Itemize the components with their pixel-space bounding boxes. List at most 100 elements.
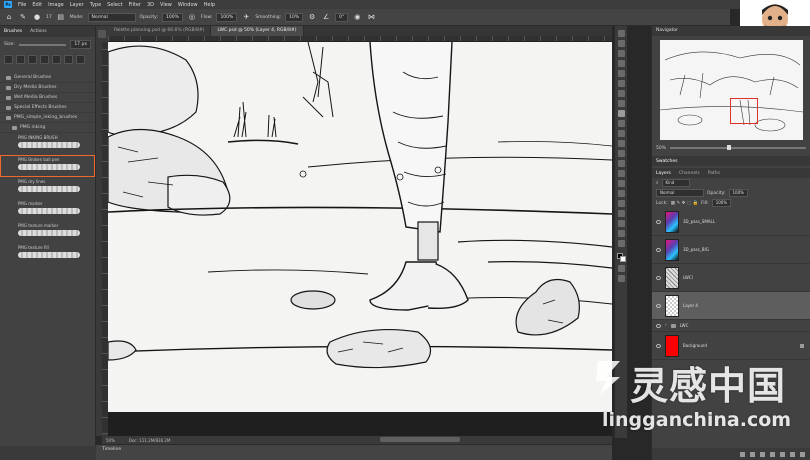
trash-icon[interactable] <box>800 451 805 457</box>
brush-settings-icon[interactable]: ▤ <box>56 12 66 22</box>
tab-channels[interactable]: Channels <box>679 171 700 176</box>
airbrush-icon[interactable]: ✈ <box>241 12 251 22</box>
eraser-tool-icon[interactable] <box>617 140 625 147</box>
brush-folder[interactable]: Special Effects Brushes <box>0 103 95 113</box>
menu-file[interactable]: File <box>18 2 26 8</box>
hand-tool-icon[interactable] <box>617 220 625 227</box>
history-brush-tool-icon[interactable] <box>617 130 625 137</box>
layer-opacity-field[interactable]: 100% <box>728 189 748 197</box>
lasso-tool-icon[interactable] <box>617 50 625 57</box>
layer-kind-select[interactable]: Kind <box>661 179 690 187</box>
recent-brush[interactable] <box>28 55 37 64</box>
link-layers-icon[interactable] <box>740 451 745 457</box>
navigator-preview[interactable] <box>660 40 803 140</box>
stamp-tool-icon[interactable] <box>617 120 625 127</box>
home-icon[interactable]: ⌂ <box>4 12 14 22</box>
pressure-opacity-icon[interactable]: ◎ <box>187 12 197 22</box>
new-group-icon[interactable] <box>780 451 785 457</box>
brush-item[interactable]: PMG marker <box>0 199 95 221</box>
tab-swatches[interactable]: Swatches <box>656 159 678 164</box>
brush-tool-icon[interactable] <box>617 110 625 117</box>
chevron-right-icon[interactable]: › <box>665 323 667 328</box>
add-mask-icon[interactable] <box>760 451 765 457</box>
path-select-tool-icon[interactable] <box>617 200 625 207</box>
recent-brush[interactable] <box>64 55 73 64</box>
adjustment-layer-icon[interactable] <box>770 451 775 457</box>
navigator-zoom-value[interactable]: 50% <box>656 146 666 151</box>
pen-tool-icon[interactable] <box>617 180 625 187</box>
eyedropper-tool-icon[interactable] <box>617 90 625 97</box>
mode-select[interactable]: Normal <box>87 12 136 22</box>
zoom-readout[interactable]: 50% <box>106 438 115 443</box>
symmetry-icon[interactable]: ⋈ <box>366 12 376 22</box>
recent-brush[interactable] <box>4 55 13 64</box>
brush-size-slider[interactable] <box>18 43 67 46</box>
menu-layer[interactable]: Layer <box>70 2 84 8</box>
type-tool-icon[interactable] <box>617 190 625 197</box>
frame-tool-icon[interactable] <box>617 80 625 87</box>
angle-icon[interactable]: ∠ <box>321 12 331 22</box>
visibility-eye-icon[interactable] <box>656 247 661 252</box>
blur-tool-icon[interactable] <box>617 160 625 167</box>
layer-style-icon[interactable] <box>750 451 755 457</box>
menu-select[interactable]: Select <box>107 2 122 8</box>
more-tools-icon[interactable] <box>617 240 625 247</box>
smoothing-settings-icon[interactable]: ⚙ <box>307 12 317 22</box>
visibility-eye-icon[interactable] <box>656 323 661 328</box>
navigator-zoom-thumb[interactable] <box>727 145 732 150</box>
recent-brush[interactable] <box>16 55 25 64</box>
gradient-tool-icon[interactable] <box>617 150 625 157</box>
background-color[interactable] <box>619 256 626 262</box>
visibility-eye-icon[interactable] <box>656 219 661 224</box>
layer-row[interactable]: 3D_pass_SMALL <box>652 208 810 236</box>
angle-field[interactable]: 0° <box>335 12 349 22</box>
menu-image[interactable]: Image <box>48 2 64 8</box>
blend-mode-select[interactable]: Normal <box>656 189 704 197</box>
tab-brushes[interactable]: Brushes <box>4 29 22 34</box>
brush-item[interactable]: PMG texture marker <box>0 221 95 243</box>
zoom-tool-icon[interactable] <box>617 230 625 237</box>
new-layer-icon[interactable] <box>790 451 795 457</box>
quick-select-tool-icon[interactable] <box>617 60 625 67</box>
brush-subfolder[interactable]: PMG inking <box>0 123 95 133</box>
tab-actions[interactable]: Actions <box>30 29 46 34</box>
horizontal-scrollbar[interactable] <box>380 437 460 442</box>
brush-folder[interactable]: Dry Media Brushes <box>0 83 95 93</box>
menu-type[interactable]: Type <box>90 2 101 8</box>
timeline-tab[interactable]: Timeline <box>102 447 121 452</box>
brush-size-field[interactable]: 17 px <box>70 40 91 49</box>
tab-paths[interactable]: Paths <box>708 171 720 176</box>
menu-3d[interactable]: 3D <box>147 2 154 8</box>
brush-item[interactable]: PMG INKING BRUSH <box>0 133 95 155</box>
opacity-field[interactable]: 100% <box>162 12 183 22</box>
navigator-zoom-slider[interactable] <box>670 145 806 150</box>
brush-preset-picker[interactable]: ● <box>32 12 42 22</box>
lock-options-icon[interactable]: ▦ ✎ ✥ ⬚ 🔒 <box>671 201 698 206</box>
dodge-tool-icon[interactable] <box>617 170 625 177</box>
menu-view[interactable]: View <box>160 2 172 8</box>
layer-group-row[interactable]: › LWC <box>652 320 810 332</box>
brush-folder[interactable]: General Brushes <box>0 73 95 83</box>
doc-tab-lwc[interactable]: LWC.psd @ 50% (Layer 4, RGB/8#) <box>211 26 304 36</box>
flow-field[interactable]: 100% <box>216 12 238 22</box>
pressure-size-icon[interactable]: ◉ <box>352 12 362 22</box>
quick-mask-icon[interactable] <box>617 265 625 272</box>
brush-folder[interactable]: PMG_simple_inking_brushes <box>0 113 95 123</box>
layer-row-selected[interactable]: Layer 4 <box>652 292 810 320</box>
visibility-eye-icon[interactable] <box>656 275 661 280</box>
document-canvas[interactable] <box>108 42 612 412</box>
brush-item[interactable]: PMG texture fill <box>0 243 95 265</box>
layer-row[interactable]: 3D_pass_BIG <box>652 236 810 264</box>
brush-item-selected[interactable]: PMG Broken ball pen <box>0 155 95 177</box>
smoothing-field[interactable]: 10% <box>285 12 304 22</box>
menu-filter[interactable]: Filter <box>129 2 141 8</box>
move-tool-icon[interactable] <box>617 30 625 37</box>
menu-edit[interactable]: Edit <box>32 2 42 8</box>
collapse-panel-icon[interactable] <box>98 30 106 38</box>
menu-help[interactable]: Help <box>204 2 215 8</box>
visibility-eye-icon[interactable] <box>656 303 661 308</box>
brush-tool-icon[interactable]: ✎ <box>18 12 28 22</box>
recent-brush[interactable] <box>52 55 61 64</box>
brush-folder[interactable]: Wet Media Brushes <box>0 93 95 103</box>
crop-tool-icon[interactable] <box>617 70 625 77</box>
